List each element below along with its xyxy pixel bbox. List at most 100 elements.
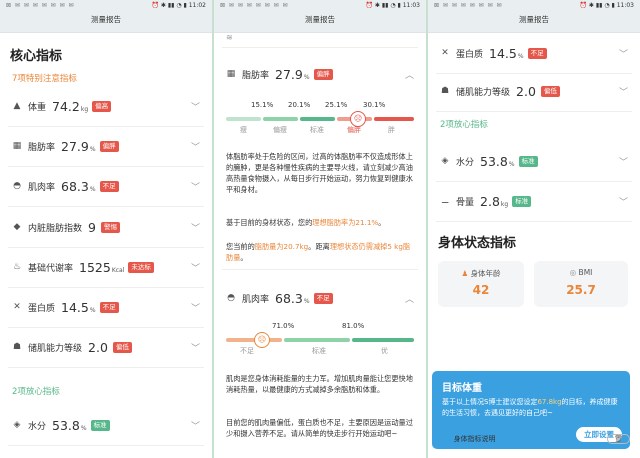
- metric-name: 脂肪率: [242, 70, 270, 81]
- text: BMI: [578, 268, 593, 277]
- metric-value: 2.8: [480, 193, 500, 209]
- chevron-up-icon[interactable]: ︿: [405, 68, 414, 81]
- chevron-down-icon[interactable]: ﹀: [191, 221, 200, 234]
- divider: [436, 221, 632, 222]
- metric-icon: ☗: [12, 342, 22, 352]
- metric-name: 肌肉率: [28, 182, 56, 193]
- status-right-icons: ⏰ ✱ ▮▮ ◔ ▮: [365, 1, 401, 9]
- metric-row[interactable]: ▦ 脂肪率 27.9% 偏胖 ﹀: [0, 126, 212, 166]
- metric-name: 蛋白质: [28, 303, 56, 314]
- page-title: 测量报告: [428, 10, 640, 33]
- delete-icon[interactable]: 🗑: [607, 434, 630, 444]
- status-badge: 不足: [527, 47, 547, 59]
- metric-icon: ◈: [441, 156, 449, 166]
- fat-description: 体脂肪率处于危险的区间，过高的体脂肪率不仅造成形体上的臃肿，更是各种慢性疾病的主…: [226, 152, 413, 194]
- text: 基于目前的身材状态，您的: [226, 218, 313, 227]
- chevron-down-icon[interactable]: ﹀: [619, 195, 628, 208]
- metric-row[interactable]: ⚊ 骨量 2.8 kg 标准 ﹀: [428, 181, 640, 221]
- metric-row[interactable]: ☗ 储肌能力等级 2.0 偏低 ﹀: [0, 327, 212, 367]
- sad-face-marker-icon: ☹: [350, 111, 366, 127]
- previous-item-partial: ≋: [226, 33, 233, 42]
- metric-row[interactable]: ✕ 蛋白质 14.5% 不足 ﹀: [428, 33, 640, 73]
- metric-row[interactable]: ▲ 体重 74.2 kg 偏高 ﹀: [0, 86, 212, 126]
- status-time: 11:03: [402, 1, 420, 9]
- metric-icon: ◓: [13, 181, 21, 191]
- metric-unit: Kcal: [111, 266, 125, 274]
- metric-name: 储肌能力等级: [28, 343, 83, 354]
- gauge-tick: 81.0%: [342, 322, 365, 330]
- chevron-down-icon[interactable]: ﹀: [191, 140, 200, 153]
- metric-value: 74.2: [52, 98, 80, 114]
- metric-row[interactable]: ♨ 基础代谢率 1525 Kcal 未达标 ﹀: [0, 247, 212, 287]
- metric-row[interactable]: ✕ 蛋白质 14.5% 不足 ﹀: [0, 287, 212, 327]
- status-badge: 偏低: [112, 341, 132, 353]
- gauge-segment-slightly-thin: [263, 117, 298, 121]
- status-badge: 偏胖: [99, 140, 119, 152]
- chevron-down-icon[interactable]: ﹀: [619, 85, 628, 98]
- status-time: 11:03: [616, 1, 634, 9]
- status-right-icons: ⏰ ✱ ▮▮ ◔ ▮: [579, 1, 615, 9]
- chevron-down-icon[interactable]: ﹀: [191, 301, 200, 314]
- metric-unit: %: [517, 52, 524, 60]
- notification-icons: ⊠ ✉ ✉ ✉ ✉ ✉ ✉ ✉: [434, 1, 503, 9]
- fat-rate-gauge: 15.1% 20.1% 25.1% 30.1% 瘦 偏瘦 标准 偏胖 胖 ☹: [226, 101, 414, 141]
- metric-name: 水分: [456, 157, 475, 168]
- muscle-rate-header[interactable]: ◓ 肌肉率 68.3 % 不足 ︿: [214, 285, 426, 311]
- bmi-icon: ◎: [569, 268, 577, 277]
- metric-unit: kg: [500, 200, 509, 208]
- metric-value: 68.3: [61, 178, 89, 194]
- metric-icon: ☗: [440, 86, 450, 96]
- report-panel-1: ⊠ ✉ ✉ ✉ ✉ ✉ ✉ ✉ ⏰ ✱ ▮▮ ◔ ▮ 11:02 测量报告 核心…: [0, 0, 212, 458]
- metric-icon: ▲: [13, 101, 21, 111]
- chevron-up-icon[interactable]: ︿: [405, 292, 414, 305]
- target-weight-highlight: 67.8kg: [537, 398, 562, 406]
- fat-rate-header[interactable]: ▦ 脂肪率 27.9 % 偏胖 ︿: [214, 61, 426, 87]
- chevron-down-icon[interactable]: ﹀: [619, 155, 628, 168]
- gauge-tick: 71.0%: [272, 322, 295, 330]
- metric-row[interactable]: ☗ 储肌能力等级 2.0 偏低 ﹀: [428, 71, 640, 111]
- gauge-zone-label: 胖: [388, 126, 395, 134]
- status-badge: 不足: [99, 180, 119, 192]
- section-title: 核心指标: [10, 49, 63, 64]
- metric-row[interactable]: ◆ 内脏脂肪指数 9 警惕 ﹀: [0, 207, 212, 247]
- status-badge: 标准: [512, 195, 532, 207]
- text: 。距离: [308, 242, 330, 251]
- page-title: 测量报告: [214, 10, 426, 33]
- metric-icon: ⚊: [440, 196, 450, 206]
- metric-value: 9: [88, 219, 96, 235]
- gauge-tick: 20.1%: [288, 101, 311, 109]
- chevron-down-icon[interactable]: ﹀: [191, 261, 200, 274]
- chevron-down-icon[interactable]: ﹀: [191, 180, 200, 193]
- sad-face-marker-icon: ☹: [254, 332, 270, 348]
- chevron-down-icon[interactable]: ﹀: [191, 341, 200, 354]
- divider: [8, 367, 204, 368]
- status-badge: 偏胖: [313, 68, 333, 80]
- metric-value: 53.8: [480, 153, 508, 169]
- metric-unit: %: [89, 185, 96, 193]
- metric-row[interactable]: ◓ 肌肉率 68.3% 不足 ﹀: [0, 166, 212, 206]
- status-bar: ⊠ ✉ ✉ ✉ ✉ ✉ ✉ ✉ ⏰ ✱ ▮▮ ◔ ▮ 11:02: [0, 0, 212, 10]
- metric-row[interactable]: ◈ 水分 53.8% 标准 ﹀: [0, 405, 212, 445]
- metric-unit: %: [89, 145, 96, 153]
- divider: [8, 445, 204, 446]
- status-badge: 标准: [90, 419, 110, 431]
- document-icon: ▤: [440, 434, 448, 444]
- metric-value: 27.9: [275, 66, 303, 82]
- gauge-tick: 15.1%: [251, 101, 274, 109]
- gauge-tick: 25.1%: [325, 101, 348, 109]
- metric-icon: ✕: [13, 302, 21, 312]
- gauge-zone-label: 标准: [312, 347, 326, 355]
- divider: [222, 269, 418, 270]
- chevron-down-icon[interactable]: ﹀: [191, 100, 200, 113]
- metric-row[interactable]: ◈ 水分 53.8% 标准 ﹀: [428, 141, 640, 181]
- status-badge: 未达标: [128, 261, 154, 273]
- chevron-down-icon[interactable]: ﹀: [191, 419, 200, 432]
- footer-explanation[interactable]: ▤ 身体指标说明 🗑: [440, 431, 630, 447]
- status-time: 11:02: [188, 1, 206, 9]
- text: 基于以上情况S博士建议您设定: [442, 398, 538, 406]
- status-badge: 偏高: [92, 100, 112, 112]
- bmi-value: 25.7: [566, 283, 596, 297]
- metric-value: 1525: [79, 259, 111, 275]
- chevron-down-icon[interactable]: ﹀: [619, 47, 628, 60]
- metric-icon: ◆: [13, 222, 21, 232]
